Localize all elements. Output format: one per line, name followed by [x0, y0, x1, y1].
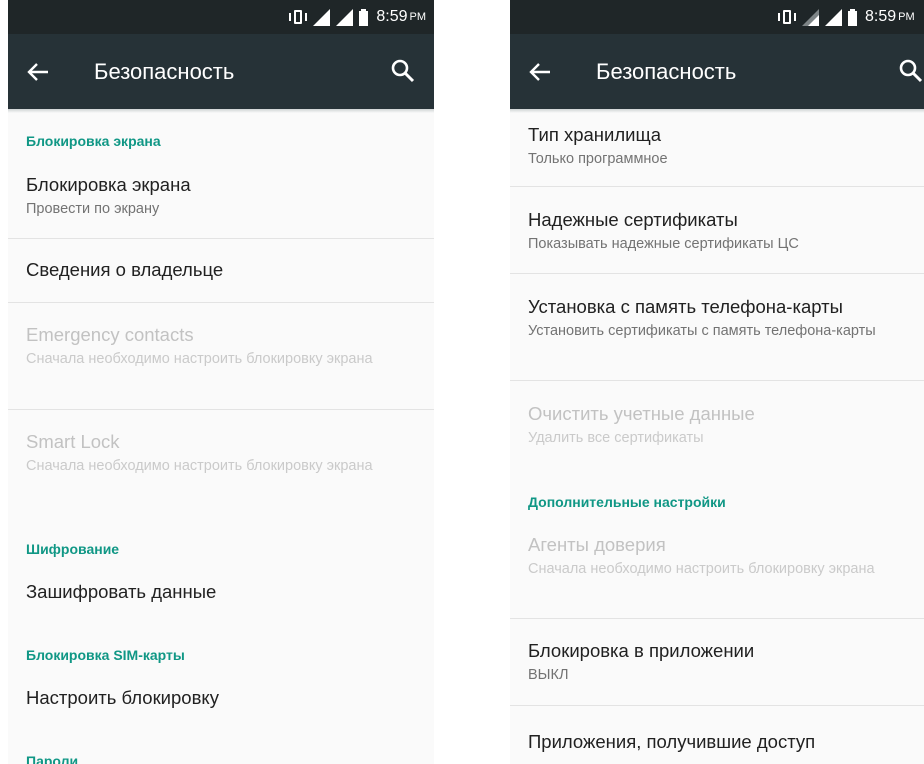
setting-summary: ВЫКЛ	[528, 667, 569, 683]
setting-screen-lock[interactable]: Блокировка экрана Провести по экрану	[8, 164, 434, 238]
status-time: 8:59	[376, 8, 408, 25]
setting-title: Smart Lock	[26, 431, 120, 452]
setting-title: Приложения, получившие доступ	[528, 731, 816, 752]
setting-sim-lock[interactable]: Настроить блокировку	[8, 674, 434, 724]
setting-encrypt-data[interactable]: Зашифровать данные	[8, 568, 434, 618]
setting-smart-lock: Smart Lock Сначала необходимо настроить …	[8, 410, 434, 516]
vibrate-icon	[778, 9, 796, 25]
signal-icon	[336, 8, 354, 26]
setting-summary: Только программное	[528, 151, 668, 167]
search-icon[interactable]	[898, 58, 924, 84]
app-bar: Безопасность	[510, 34, 924, 109]
category-passwords: Пароли	[26, 753, 79, 764]
setting-summary: Установить сертификаты с память телефона…	[528, 323, 876, 339]
setting-title: Настроить блокировку	[26, 687, 219, 708]
setting-title: Emergency contacts	[26, 324, 194, 345]
setting-title: Очистить учетные данные	[528, 403, 755, 424]
setting-title: Тип хранилища	[528, 124, 661, 145]
setting-storage-type[interactable]: Тип хранилища Только программное	[510, 110, 924, 186]
status-icons: 8:59 PM	[778, 0, 915, 34]
setting-summary: Удалить все сертификаты	[528, 430, 704, 446]
signal-icon	[802, 8, 819, 26]
setting-summary: Сначала необходимо настроить блокировку …	[26, 351, 373, 367]
setting-trusted-certs[interactable]: Надежные сертификаты Показывать надежные…	[510, 187, 924, 273]
setting-title: Блокировка экрана	[26, 174, 191, 195]
setting-title: Блокировка в приложении	[528, 640, 755, 661]
setting-summary: Показывать надежные сертификаты ЦС	[528, 236, 799, 252]
right-screen: 8:59 PM Безопасность Тип хранилища Тольк…	[510, 0, 924, 764]
search-icon[interactable]	[390, 58, 416, 84]
battery-icon	[848, 8, 857, 26]
left-screen: 8:59 PM Безопасность Блокировка экрана Б…	[8, 0, 434, 764]
status-ampm: PM	[409, 11, 427, 23]
setting-install-from-storage[interactable]: Установка с память телефона-карты Устано…	[510, 274, 924, 380]
app-bar-shadow	[8, 109, 434, 113]
status-bar: 8:59 PM	[8, 0, 434, 34]
category-advanced: Дополнительные настройки	[528, 494, 726, 510]
setting-title: Агенты доверия	[528, 534, 666, 555]
setting-usage-access[interactable]: Приложения, получившие доступ	[510, 706, 924, 764]
setting-title: Надежные сертификаты	[528, 209, 738, 230]
setting-summary: Сначала необходимо настроить блокировку …	[26, 458, 373, 474]
setting-clear-credentials: Очистить учетные данные Удалить все серт…	[510, 381, 924, 465]
setting-app-pinning[interactable]: Блокировка в приложении ВЫКЛ	[510, 619, 924, 705]
page-title: Безопасность	[596, 59, 737, 84]
setting-summary: Сначала необходимо настроить блокировку …	[528, 561, 875, 577]
setting-title: Зашифровать данные	[26, 581, 217, 602]
vibrate-icon	[289, 9, 308, 25]
status-time: 8:59	[865, 8, 897, 25]
setting-title: Сведения о владельце	[26, 259, 224, 280]
setting-emergency-contacts: Emergency contacts Сначала необходимо на…	[8, 303, 434, 409]
category-sim-lock: Блокировка SIM-карты	[26, 647, 185, 663]
status-bar: 8:59 PM	[510, 0, 924, 34]
setting-title: Установка с память телефона-карты	[528, 296, 843, 317]
setting-trust-agents: Агенты доверия Сначала необходимо настро…	[510, 522, 924, 618]
setting-owner-info[interactable]: Сведения о владельце	[8, 239, 434, 302]
setting-summary: Провести по экрану	[26, 201, 160, 217]
status-ampm: PM	[898, 11, 915, 23]
category-screen-lock: Блокировка экрана	[26, 133, 161, 149]
back-arrow-icon[interactable]	[24, 58, 52, 86]
page-title: Безопасность	[94, 59, 235, 84]
back-arrow-icon[interactable]	[526, 58, 554, 86]
signal-icon	[825, 8, 842, 26]
status-icons: 8:59 PM	[289, 0, 426, 34]
app-bar: Безопасность	[8, 34, 434, 109]
battery-icon	[359, 8, 369, 26]
signal-icon	[313, 8, 331, 26]
category-encryption: Шифрование	[26, 541, 120, 557]
